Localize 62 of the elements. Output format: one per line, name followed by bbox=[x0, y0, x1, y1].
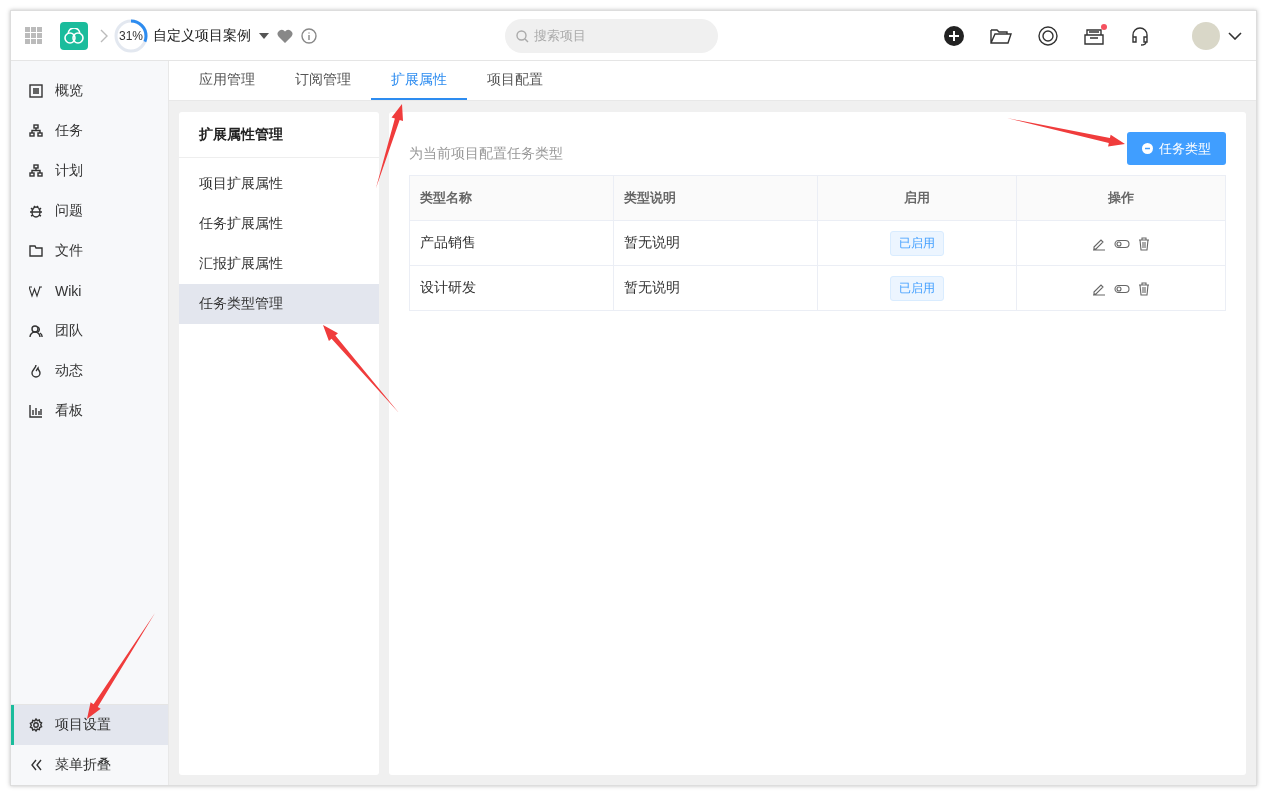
double-chevron-left-icon bbox=[29, 758, 43, 772]
heart-icon[interactable] bbox=[277, 28, 293, 43]
gear-icon bbox=[29, 718, 43, 732]
tab[interactable]: 应用管理 bbox=[179, 61, 275, 100]
flame-icon bbox=[29, 364, 43, 378]
tab[interactable]: 订阅管理 bbox=[275, 61, 371, 100]
trash-icon[interactable] bbox=[1137, 237, 1150, 252]
toggle-icon[interactable] bbox=[1113, 284, 1130, 295]
column-header: 类型名称 bbox=[409, 175, 614, 221]
bar-chart-icon bbox=[29, 404, 43, 418]
hierarchy-icon bbox=[29, 164, 43, 178]
sidebar-item[interactable]: Wiki bbox=[11, 271, 168, 311]
wiki-icon bbox=[29, 284, 43, 298]
table-cell: 暂无说明 bbox=[613, 220, 818, 266]
status-tag: 已启用 bbox=[889, 275, 944, 301]
trash-icon[interactable] bbox=[1137, 282, 1150, 297]
project-name[interactable]: 自定义项目案例 bbox=[153, 26, 251, 45]
table-cell: 设计研发 bbox=[409, 265, 614, 311]
hierarchy-icon bbox=[29, 124, 43, 138]
chevron-right-icon bbox=[100, 28, 108, 43]
submenu-title: 扩展属性管理 bbox=[179, 112, 379, 158]
inbox-icon[interactable] bbox=[1084, 26, 1104, 45]
sidebar-item[interactable]: 动态 bbox=[11, 351, 168, 391]
search-field[interactable]: 搜索项目 bbox=[505, 18, 718, 53]
submenu-item[interactable]: 汇报扩展属性 bbox=[179, 244, 379, 284]
info-icon[interactable] bbox=[301, 27, 317, 44]
overview-icon bbox=[29, 84, 43, 98]
toggle-icon[interactable] bbox=[1113, 239, 1130, 250]
submenu-item[interactable]: 任务扩展属性 bbox=[179, 204, 379, 244]
pencil-icon[interactable] bbox=[1091, 237, 1106, 252]
tab[interactable]: 项目配置 bbox=[467, 61, 563, 100]
sidebar-item[interactable]: 计划 bbox=[11, 151, 168, 191]
table-cell: 暂无说明 bbox=[613, 265, 818, 311]
sidebar-item[interactable]: 问题 bbox=[11, 191, 168, 231]
sidebar-item[interactable]: 团队 bbox=[11, 311, 168, 351]
headset-icon[interactable] bbox=[1130, 25, 1150, 46]
sidebar-item[interactable]: 菜单折叠 bbox=[11, 745, 168, 785]
sidebar-item[interactable]: 文件 bbox=[11, 231, 168, 271]
sidebar-item[interactable]: 任务 bbox=[11, 111, 168, 151]
sidebar-item[interactable]: 概览 bbox=[11, 71, 168, 111]
progress-label: 31% bbox=[119, 28, 143, 43]
folder-icon[interactable] bbox=[990, 26, 1012, 45]
caret-down-icon[interactable] bbox=[259, 32, 269, 39]
bug-icon bbox=[29, 204, 43, 218]
plus-icon[interactable] bbox=[944, 25, 964, 46]
lifebuoy-icon[interactable] bbox=[1038, 25, 1058, 46]
submenu-item[interactable]: 任务类型管理 bbox=[179, 284, 379, 324]
column-header: 操作 bbox=[1016, 175, 1226, 221]
description-text: 为当前项目配置任务类型 bbox=[409, 145, 563, 163]
column-header: 类型说明 bbox=[613, 175, 818, 221]
sidebar-item[interactable]: 看板 bbox=[11, 391, 168, 431]
chevron-down-icon[interactable] bbox=[1228, 31, 1242, 40]
sidebar-item[interactable]: 项目设置 bbox=[11, 705, 168, 745]
column-header: 启用 bbox=[817, 175, 1017, 221]
table-cell: 产品销售 bbox=[409, 220, 614, 266]
search-icon bbox=[516, 29, 529, 43]
status-tag: 已启用 bbox=[889, 230, 944, 256]
folder-icon bbox=[29, 244, 43, 258]
pencil-icon[interactable] bbox=[1091, 282, 1106, 297]
team-icon bbox=[29, 324, 43, 338]
submenu-item[interactable]: 项目扩展属性 bbox=[179, 164, 379, 204]
tab[interactable]: 扩展属性 bbox=[371, 61, 467, 100]
